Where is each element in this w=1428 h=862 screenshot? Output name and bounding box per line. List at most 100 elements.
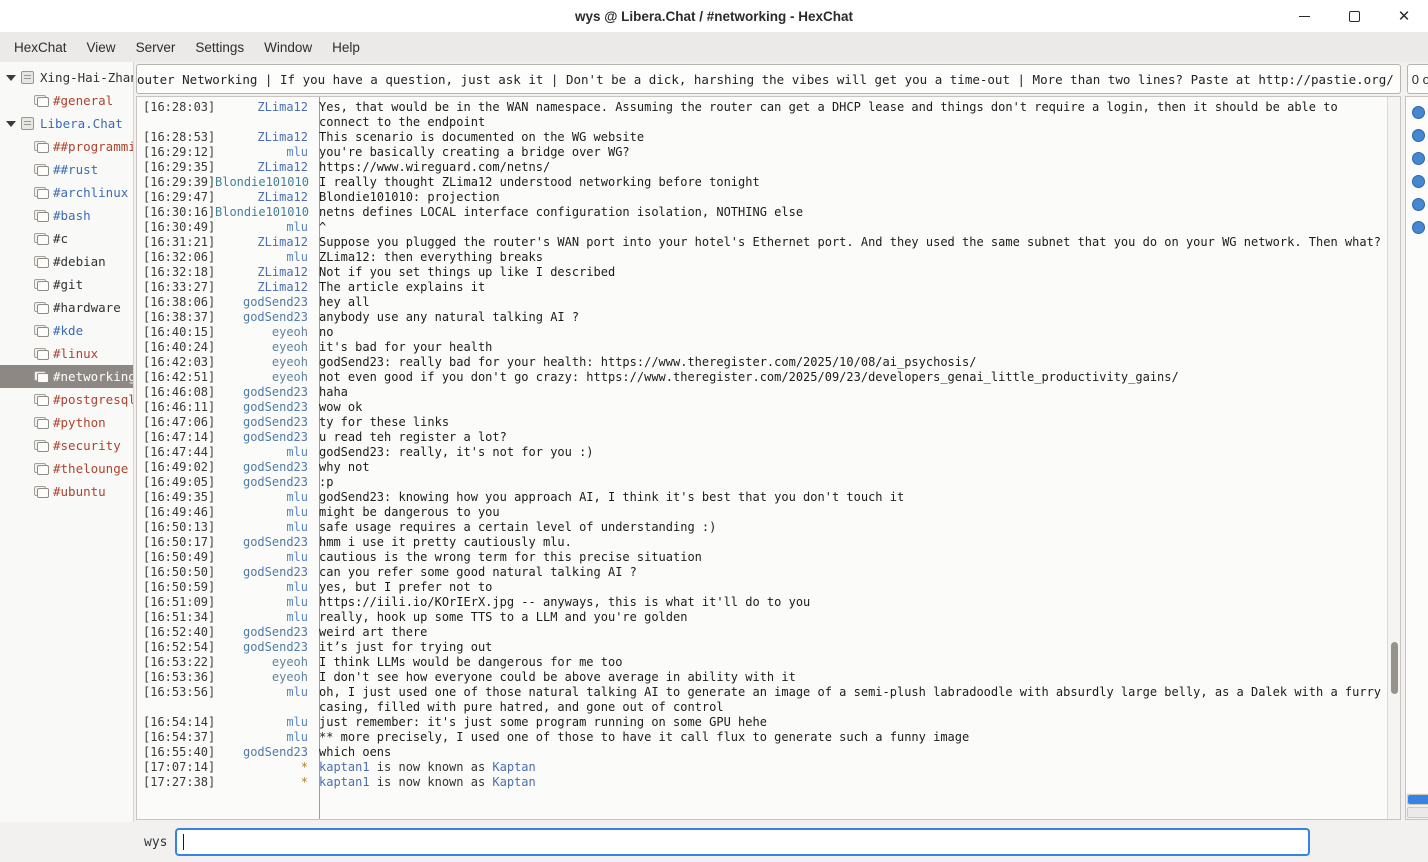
message-nick[interactable]: mlu (215, 715, 313, 730)
message-nick[interactable]: godSend23 (215, 535, 313, 550)
user-item[interactable]: acetech_ (1412, 492, 1428, 515)
message-nick[interactable]: godSend23 (215, 415, 313, 430)
tree-channel-item[interactable]: #bash (0, 204, 133, 227)
nick-link[interactable]: kaptan1 (319, 775, 370, 789)
user-item[interactable]: adeliktas (1412, 584, 1428, 607)
message-nick[interactable]: eyeoh (215, 655, 313, 670)
user-item[interactable]: _qw_ (1412, 354, 1428, 377)
message-nick[interactable]: Blondie101010 (215, 175, 313, 190)
message-nick[interactable]: godSend23 (215, 460, 313, 475)
user-item[interactable]: acovrig60 (1412, 538, 1428, 561)
message-nick[interactable]: ZLima12 (215, 160, 313, 175)
message-nick[interactable]: godSend23 (215, 625, 313, 640)
message-nick[interactable]: * (215, 760, 313, 775)
message-nick[interactable]: Blondie101010 (215, 205, 313, 220)
message-nick[interactable]: godSend23 (215, 430, 313, 445)
message-nick[interactable]: mlu (215, 220, 313, 235)
chat-scrollbar[interactable] (1387, 97, 1400, 819)
message-nick[interactable]: mlu (215, 490, 313, 505)
message-nick[interactable]: ZLima12 (215, 130, 313, 145)
message-nick[interactable]: * (215, 775, 313, 790)
user-item[interactable]: _flood (1412, 285, 1428, 308)
menu-item-window[interactable]: Window (254, 36, 322, 59)
user-item[interactable]: ajhalili2 (1412, 699, 1428, 722)
message-nick[interactable]: eyeoh (215, 325, 313, 340)
tree-channel-item[interactable]: #archlinux (0, 181, 133, 204)
user-item[interactable]: ak-ak (1412, 722, 1428, 745)
tree-channel-item[interactable]: #postgresql (0, 388, 133, 411)
message-nick[interactable]: mlu (215, 550, 313, 565)
message-nick[interactable]: mlu (215, 520, 313, 535)
message-nick[interactable]: godSend23 (215, 475, 313, 490)
title-bar[interactable]: wys @ Libera.Chat / #networking - HexCha… (0, 0, 1428, 32)
message-nick[interactable]: eyeoh (215, 670, 313, 685)
maximize-button[interactable] (1344, 6, 1364, 26)
tree-channel-item[interactable]: #debian (0, 250, 133, 273)
tree-server-item[interactable]: Libera.Chat (0, 112, 133, 135)
tree-channel-item[interactable]: #security (0, 434, 133, 457)
message-nick[interactable]: ZLima12 (215, 100, 313, 115)
user-item[interactable]: a174n936 (1412, 377, 1428, 400)
message-nick[interactable]: ZLima12 (215, 235, 313, 250)
message-nick[interactable]: godSend23 (215, 295, 313, 310)
user-item[interactable]: mlu (1412, 193, 1428, 216)
tree-channel-item[interactable]: #git (0, 273, 133, 296)
user-item[interactable]: Allie` (1412, 124, 1428, 147)
tree-channel-item[interactable]: #hardware (0, 296, 133, 319)
message-nick[interactable]: eyeoh (215, 340, 313, 355)
menu-item-server[interactable]: Server (126, 36, 186, 59)
nick-link[interactable]: Kaptan (492, 760, 535, 774)
topic-input[interactable]: outer Networking | If you have a questio… (136, 64, 1401, 94)
menu-item-settings[interactable]: Settings (185, 36, 254, 59)
nick-link[interactable]: Kaptan (492, 775, 535, 789)
tree-channel-item[interactable]: #thelounge (0, 457, 133, 480)
user-item[interactable]: aczyz (1412, 561, 1428, 584)
message-nick[interactable]: godSend23 (215, 565, 313, 580)
message-nick[interactable]: mlu (215, 250, 313, 265)
minimize-button[interactable] (1294, 6, 1314, 26)
tree-channel-item[interactable]: #ubuntu (0, 480, 133, 503)
message-nick[interactable]: godSend23 (215, 310, 313, 325)
user-item[interactable]: __sean__ (1412, 262, 1428, 285)
tree-channel-item[interactable]: ##rust (0, 158, 133, 181)
nick-link[interactable]: kaptan1 (319, 760, 370, 774)
tree-server-item[interactable]: Xing-Hai-Zhang (0, 66, 133, 89)
message-input[interactable] (175, 828, 1310, 856)
user-item[interactable]: Cowclops` (1412, 170, 1428, 193)
tree-channel-item[interactable]: ##programming (0, 135, 133, 158)
user-item[interactable]: aaabbb (1412, 423, 1428, 446)
message-nick[interactable]: mlu (215, 145, 313, 160)
expander-icon[interactable] (6, 75, 16, 81)
user-item[interactable]: Allie (1412, 101, 1428, 124)
tree-channel-item[interactable]: #general (0, 89, 133, 112)
message-nick[interactable]: ZLima12 (215, 190, 313, 205)
menu-item-hexchat[interactable]: HexChat (4, 36, 77, 59)
message-nick[interactable]: mlu (215, 595, 313, 610)
message-nick[interactable]: godSend23 (215, 385, 313, 400)
message-nick[interactable]: ZLima12 (215, 265, 313, 280)
expander-icon[interactable] (6, 121, 16, 127)
message-nick[interactable]: mlu (215, 610, 313, 625)
tree-channel-item[interactable]: #networking (0, 365, 133, 388)
tree-channel-item[interactable]: #linux (0, 342, 133, 365)
user-item[interactable]: akelly (1412, 745, 1428, 768)
message-nick[interactable]: mlu (215, 505, 313, 520)
message-nick[interactable]: mlu (215, 445, 313, 460)
user-item[interactable]: a_west (1412, 400, 1428, 423)
user-item[interactable]: tds (1412, 216, 1428, 239)
message-nick[interactable]: mlu (215, 685, 313, 700)
tree-channel-item[interactable]: #c (0, 227, 133, 250)
user-item[interactable]: Affliction (1412, 653, 1428, 676)
user-item[interactable]: Abrax (1412, 446, 1428, 469)
user-item[interactable]: catphish (1412, 147, 1428, 170)
user-item[interactable]: ajak__ (1412, 676, 1428, 699)
chat-scrollbar-thumb[interactable] (1391, 642, 1398, 694)
message-nick[interactable]: eyeoh (215, 355, 313, 370)
message-nick[interactable]: godSend23 (215, 400, 313, 415)
menu-item-help[interactable]: Help (322, 36, 370, 59)
user-item[interactable]: acidsys (1412, 515, 1428, 538)
tree-channel-item[interactable]: #kde (0, 319, 133, 342)
user-item[interactable]: accelario (1412, 469, 1428, 492)
user-item[interactable]: _peter (1412, 331, 1428, 354)
user-item[interactable]: Adran (1412, 607, 1428, 630)
